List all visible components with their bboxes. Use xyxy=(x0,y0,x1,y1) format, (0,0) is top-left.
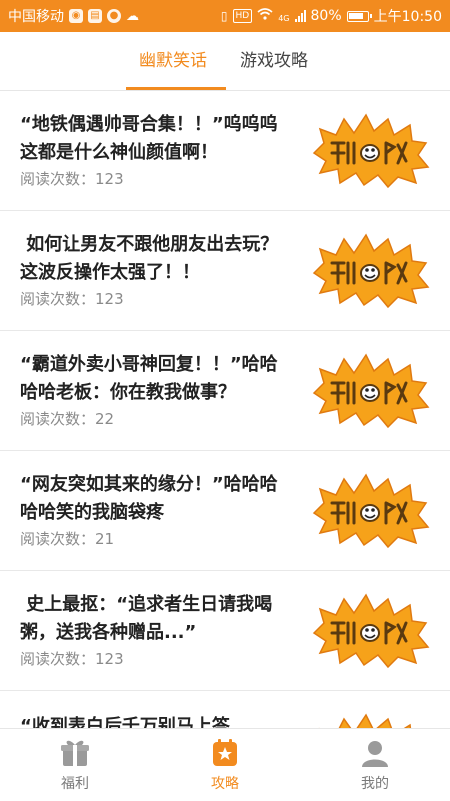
read-count-value: 21 xyxy=(95,530,115,548)
article-title: “网友突如其来的缘分！”哈哈哈哈哈笑的我脑袋疼 xyxy=(20,474,278,523)
read-count-label: 阅读次数： xyxy=(20,410,96,428)
kaixin-sticker-icon xyxy=(310,113,430,189)
battery-percent: 80% xyxy=(310,8,342,24)
read-count: 阅读次数：123 xyxy=(20,648,124,669)
list-item[interactable]: “霸道外卖小哥神回复！！”哈哈哈哈老板：你在教我做事？ 阅读次数：22 xyxy=(0,331,450,451)
read-count: 阅读次数：123 xyxy=(20,288,124,309)
read-count-label: 阅读次数： xyxy=(20,290,96,308)
message-icon: ▤ xyxy=(88,9,102,23)
user-icon xyxy=(362,741,388,767)
nav-label: 攻略 xyxy=(211,776,239,792)
list-item[interactable]: 史上最抠：“追求者生日请我喝粥，送我各种赠品...” 阅读次数：123 xyxy=(0,571,450,691)
read-count: 阅读次数：123 xyxy=(20,168,124,189)
hd-icon: HD xyxy=(232,9,253,23)
article-title: “霸道外卖小哥神回复！！”哈哈哈哈老板：你在教我做事？ xyxy=(20,354,278,403)
kaixin-sticker-icon xyxy=(310,593,430,669)
vibrate-icon: ▯ xyxy=(220,9,228,23)
nav-welfare[interactable]: 福利 xyxy=(0,729,150,801)
list-item[interactable]: “网友突如其来的缘分！”哈哈哈哈哈笑的我脑袋疼 阅读次数：21 xyxy=(0,451,450,571)
article-title: “地铁偶遇帅哥合集！！”呜呜呜这都是什么神仙颜值啊！ xyxy=(20,114,278,163)
guide-icon xyxy=(213,739,237,766)
read-count: 阅读次数：21 xyxy=(20,528,114,549)
signal-type-label: 4G xyxy=(278,14,290,23)
battery-icon xyxy=(346,10,372,22)
read-count-label: 阅读次数： xyxy=(20,530,96,548)
clock: 上午10:50 xyxy=(373,9,442,25)
kaixin-sticker-icon xyxy=(310,353,430,429)
globe-icon: ● xyxy=(107,9,121,23)
bottom-nav: 福利 攻略 我的 xyxy=(0,728,450,801)
read-count: 阅读次数：22 xyxy=(20,408,114,429)
category-tabs: 幽默笑话 游戏攻略 xyxy=(0,32,450,91)
read-count-value: 123 xyxy=(95,290,124,308)
nav-label: 我的 xyxy=(361,776,389,792)
nav-guide[interactable]: 攻略 xyxy=(150,729,300,801)
article-title: 如何让男友不跟他朋友出去玩？这波反操作太强了！！ xyxy=(20,234,279,283)
article-list: “地铁偶遇帅哥合集！！”呜呜呜这都是什么神仙颜值啊！ 阅读次数：123 如何让男… xyxy=(0,91,450,751)
read-count-label: 阅读次数： xyxy=(20,170,96,188)
app-notification-icon: ◉ xyxy=(69,9,83,23)
kaixin-sticker-icon xyxy=(310,473,430,549)
nav-label: 福利 xyxy=(61,776,89,792)
read-count-value: 22 xyxy=(95,410,115,428)
read-count-value: 123 xyxy=(95,170,124,188)
signal-icon xyxy=(294,10,306,22)
cloud-icon: ☁ xyxy=(126,8,139,24)
read-count-label: 阅读次数： xyxy=(20,650,96,668)
nav-profile[interactable]: 我的 xyxy=(300,729,450,801)
tab-game-guide[interactable]: 游戏攻略 xyxy=(240,32,308,90)
wifi-icon xyxy=(257,8,273,24)
list-item[interactable]: “地铁偶遇帅哥合集！！”呜呜呜这都是什么神仙颜值啊！ 阅读次数：123 xyxy=(0,91,450,211)
article-title: 史上最抠：“追求者生日请我喝粥，送我各种赠品...” xyxy=(20,594,273,643)
active-tab-indicator xyxy=(126,87,226,90)
read-count-value: 123 xyxy=(95,650,124,668)
carrier-name: 中国移动 xyxy=(8,9,64,25)
gift-icon xyxy=(61,740,89,766)
list-item[interactable]: 如何让男友不跟他朋友出去玩？这波反操作太强了！！ 阅读次数：123 xyxy=(0,211,450,331)
kaixin-sticker-icon xyxy=(310,233,430,309)
tab-humor[interactable]: 幽默笑话 xyxy=(139,32,207,90)
status-bar: 中国移动 ◉ ▤ ● ☁ ▯ HD 4G 80% 上午10:50 xyxy=(0,0,450,32)
